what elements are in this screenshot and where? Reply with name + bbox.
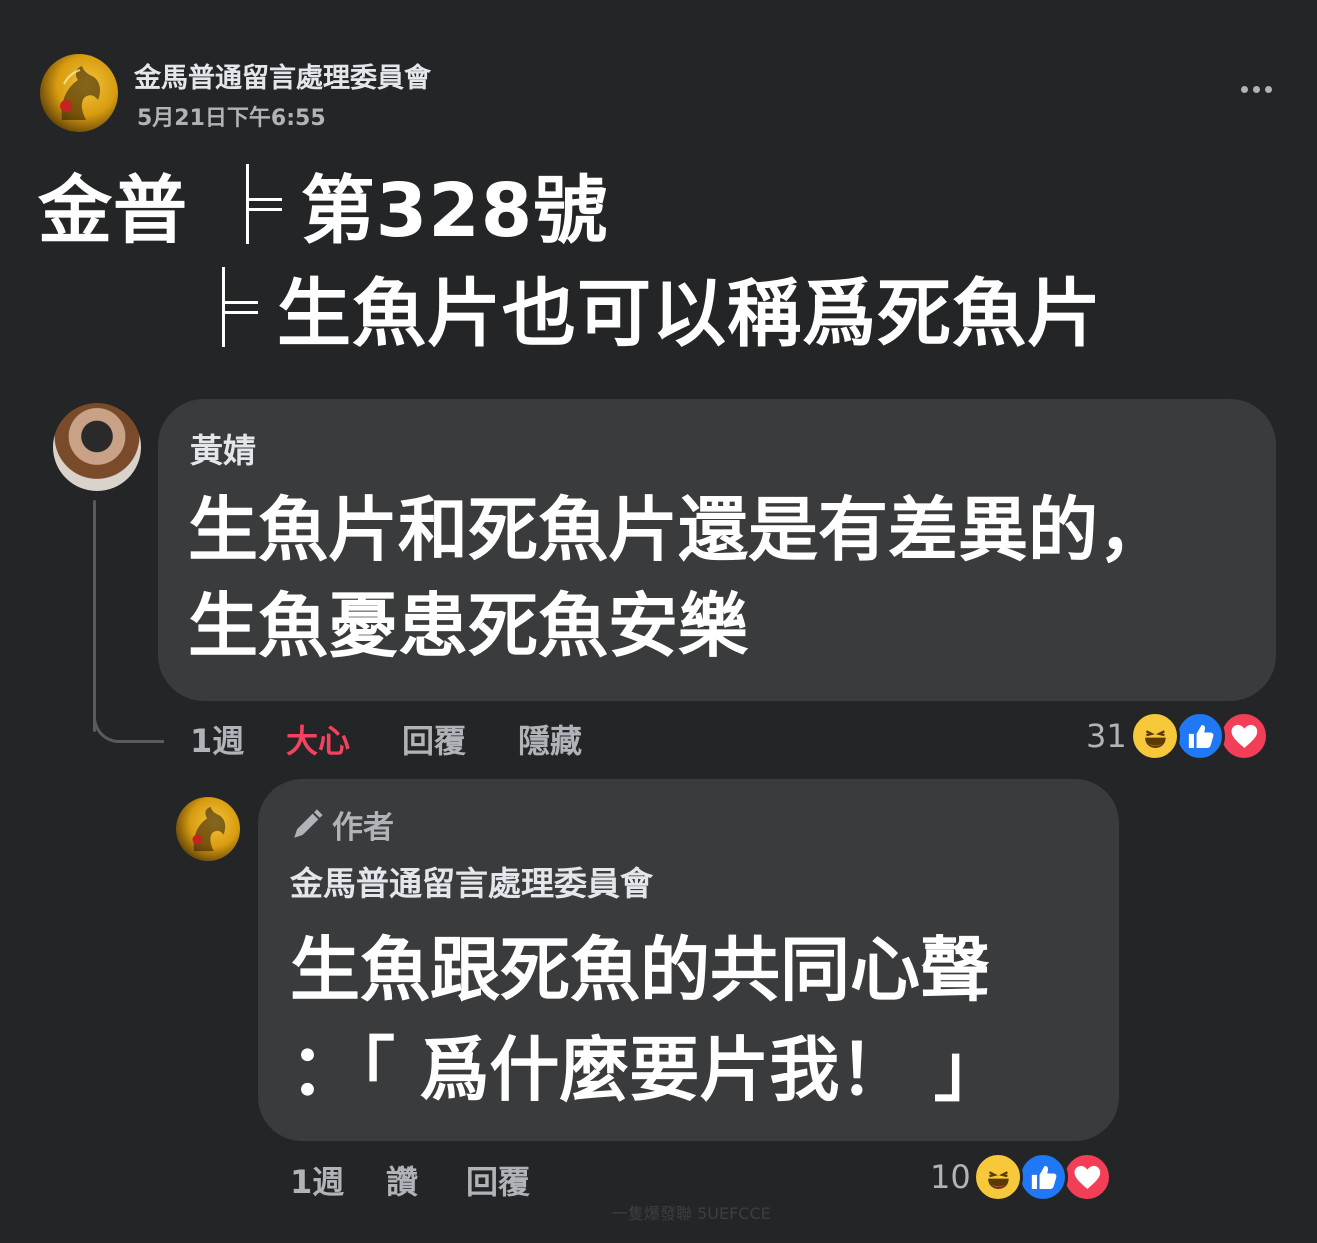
- tree-branch-glyph: [239, 164, 295, 244]
- reaction-count[interactable]: 10: [930, 1158, 971, 1196]
- reaction-count[interactable]: 31: [1086, 717, 1127, 755]
- haha-icon[interactable]: [1130, 711, 1180, 761]
- post-title-line: 金普 第328號: [38, 164, 608, 256]
- author-avatar[interactable]: [176, 797, 240, 861]
- reply-text: 生魚跟死魚的共同心聲 ：「 爲什麼要片我！ 」: [290, 929, 1004, 1111]
- more-options-icon[interactable]: [1236, 76, 1276, 102]
- love-icon[interactable]: [1062, 1152, 1112, 1202]
- pencil-icon: [294, 808, 323, 838]
- golden-horse-logo-icon: [192, 806, 226, 852]
- comment-text: 生魚片和死魚片還是有差異的， 生魚憂患死魚安樂: [188, 489, 1168, 667]
- commenter-avatar[interactable]: [53, 403, 141, 491]
- love-icon[interactable]: [1219, 711, 1269, 761]
- reply-author-name[interactable]: 金馬普通留言處理委員會: [290, 857, 653, 905]
- reply-time[interactable]: 1週: [290, 1157, 344, 1203]
- tree-branch-glyph: [215, 267, 271, 347]
- reply-button[interactable]: 回覆: [466, 1157, 530, 1203]
- reply-button[interactable]: 回覆: [402, 716, 466, 762]
- page-name[interactable]: 金馬普通留言處理委員會: [134, 56, 431, 95]
- page-avatar[interactable]: [40, 54, 118, 132]
- author-badge: 作者: [290, 802, 394, 847]
- haha-icon[interactable]: [973, 1152, 1023, 1202]
- post-body-line: 生魚片也可以稱爲死魚片: [215, 266, 1102, 362]
- author-badge-label: 作者: [332, 810, 394, 846]
- commenter-name[interactable]: 黃婧: [190, 424, 256, 472]
- comment-time[interactable]: 1週: [190, 716, 244, 762]
- like-icon[interactable]: [1175, 711, 1225, 761]
- golden-horse-logo-icon: [60, 66, 100, 120]
- heart-reaction-button[interactable]: 大心: [286, 716, 350, 762]
- like-icon[interactable]: [1018, 1152, 1068, 1202]
- hide-button[interactable]: 隱藏: [518, 716, 582, 762]
- watermark: 一隻爆發聯 5UEFCCE: [612, 1204, 771, 1223]
- post-timestamp[interactable]: 5月21日下午6:55: [137, 100, 326, 132]
- post-number: 第328號: [300, 168, 609, 254]
- thread-connector: [93, 690, 164, 743]
- post-prefix: 金普: [38, 168, 188, 254]
- like-button[interactable]: 讚: [386, 1157, 418, 1203]
- post-body-text: 生魚片也可以稱爲死魚片: [277, 271, 1102, 357]
